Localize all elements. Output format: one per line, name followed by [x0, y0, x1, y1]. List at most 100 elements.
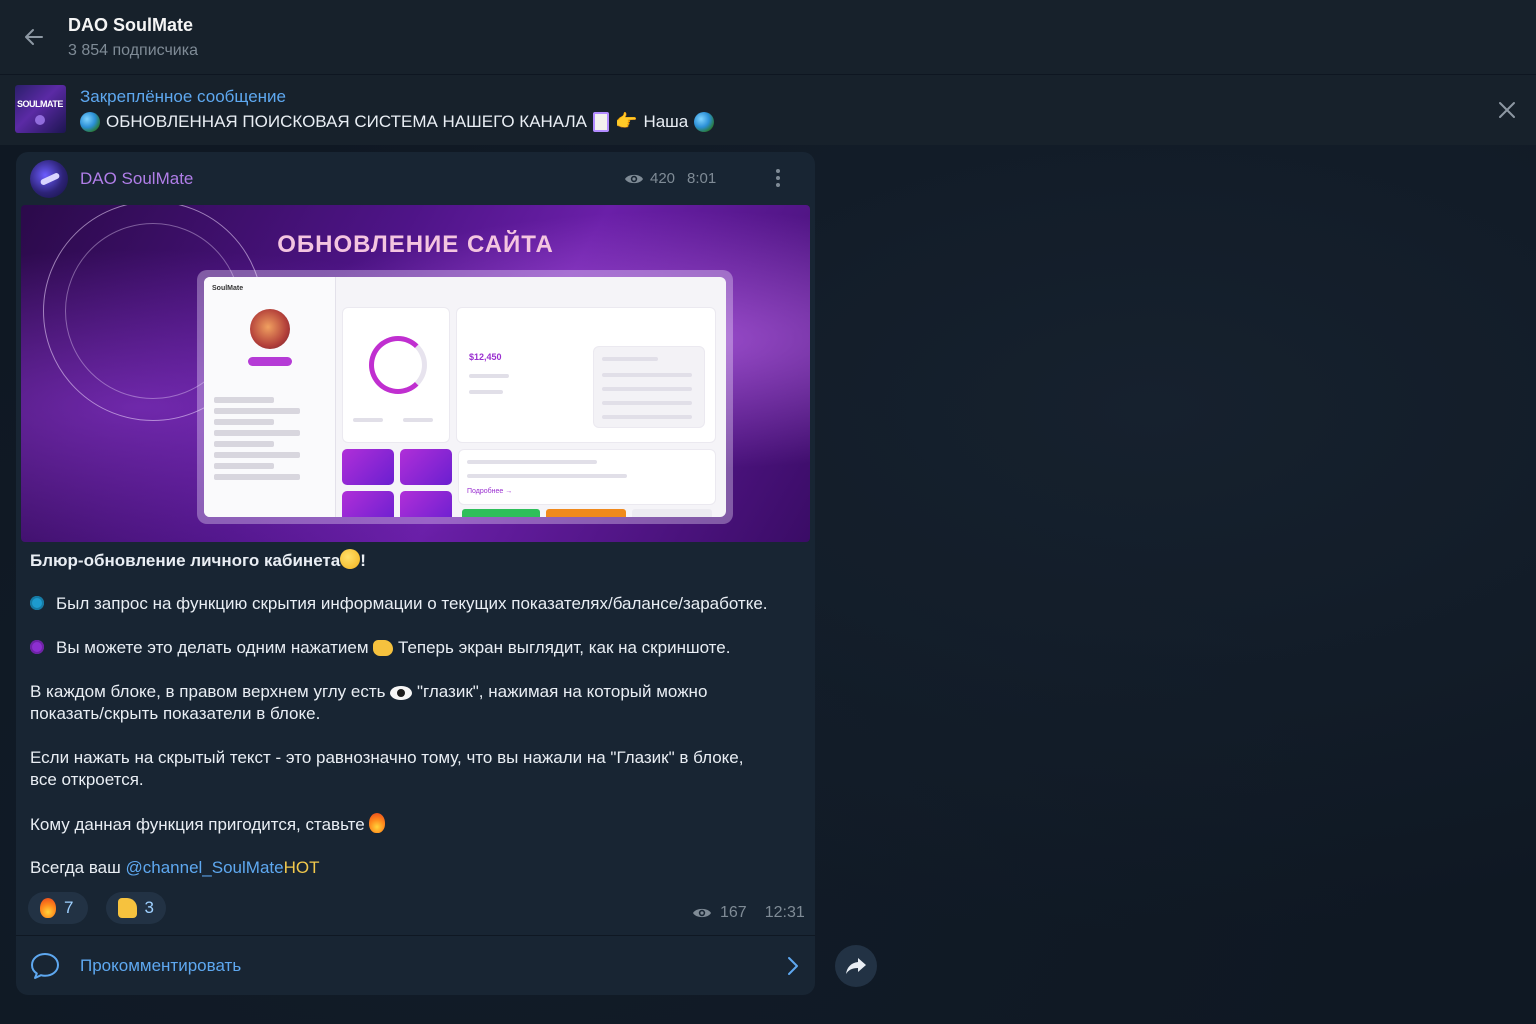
- avatar[interactable]: [30, 160, 68, 198]
- pinned-preview-tail: Наша: [643, 111, 689, 131]
- reaction-count: 7: [64, 898, 74, 917]
- close-icon[interactable]: [1496, 99, 1518, 121]
- more-link: Подробнее →: [467, 488, 513, 495]
- card-line: [467, 474, 627, 478]
- tasks-tile: [400, 491, 452, 517]
- menu-line: [214, 474, 300, 480]
- dashboard-mockup: SoulMate $12,450 Подробнее →: [197, 270, 733, 524]
- footer-time: 12:31: [764, 904, 805, 921]
- subscriber-count: 3 854 подписчика: [68, 41, 198, 59]
- dashboard-logo: SoulMate: [212, 285, 244, 292]
- eye-icon: [693, 908, 711, 918]
- post-time: 8:01: [687, 170, 717, 187]
- paragraph-line: все откроется.: [30, 770, 144, 789]
- footer-view-count: 167: [720, 904, 747, 921]
- thumbnail-glow: [35, 115, 45, 125]
- menu-line: [214, 430, 300, 436]
- paragraph-line: Если нажать на скрытый текст - это равно…: [30, 748, 744, 767]
- post-author[interactable]: DAO SoulMate: [80, 169, 193, 189]
- back-button[interactable]: [0, 0, 68, 74]
- reaction-count: 3: [144, 898, 154, 917]
- dot-icon: [776, 176, 780, 180]
- menu-line: [214, 397, 274, 403]
- paragraph-line: В каждом блоке, в правом верхнем углу ес…: [30, 681, 707, 703]
- card-line: [602, 387, 692, 391]
- hot-label: HOT: [283, 858, 320, 877]
- menu-line: [214, 441, 274, 447]
- pinned-thumbnail-text: SOULMATE: [17, 99, 63, 109]
- reaction-thumbs-up[interactable]: 3: [106, 892, 166, 924]
- menu-line: [214, 452, 300, 458]
- image-title: ОБНОВЛЕНИЕ САЙТА: [277, 231, 554, 258]
- eye-icon: [625, 174, 643, 183]
- dashboard-sidebar: SoulMate: [204, 277, 336, 517]
- paragraph-line: показать/скрыть показатели в блоке.: [30, 704, 321, 723]
- paragraph-text: Кому данная функция пригодится, ставьте: [30, 815, 365, 834]
- signoff-line: Всегда ваш @channel_SoulMateHOT: [30, 857, 319, 879]
- dot-icon: [776, 169, 780, 173]
- comment-button[interactable]: Прокомментировать: [16, 936, 815, 995]
- balance-tile: [342, 449, 394, 485]
- tap-hand-icon: [373, 640, 394, 656]
- blue-circle-icon: [30, 596, 44, 610]
- card-line: [602, 415, 692, 419]
- channel-post: DAO SoulMate 420 8:01 ОБНОВЛЕНИЕ САЙТА S…: [16, 152, 815, 995]
- clipboard-icon: [593, 111, 610, 132]
- card-line: [602, 401, 692, 405]
- activity-card: [342, 307, 450, 443]
- post-footer-meta: 167 12:31: [692, 904, 805, 922]
- bullet-line: Вы можете это делать одним нажатием Тепе…: [30, 637, 730, 659]
- menu-line: [214, 419, 274, 425]
- activity-ring: [369, 336, 427, 394]
- arrow-left-icon: [25, 29, 43, 45]
- pinned-message-bar[interactable]: SOULMATE Закреплённое сообщение ОБНОВЛЕН…: [0, 75, 1536, 145]
- comment-bubble-icon: [31, 953, 59, 979]
- menu-line: [214, 408, 300, 414]
- purple-circle-icon: [30, 640, 44, 654]
- fire-emoji-icon: [40, 898, 56, 918]
- card-line: [403, 418, 433, 422]
- channel-mention-link[interactable]: @channel_SoulMate: [126, 858, 284, 877]
- post-heading-tail: !: [360, 551, 366, 570]
- card-line: [467, 460, 597, 464]
- post-meta: 420 8:01: [624, 170, 716, 187]
- dashboard-avatar: [250, 309, 290, 349]
- globe-icon: [694, 111, 715, 132]
- paragraph-text: В каждом блоке, в правом верхнем углу ес…: [30, 682, 386, 701]
- globe-icon: [80, 111, 100, 132]
- more-button: [632, 509, 712, 517]
- card-line: [602, 357, 658, 361]
- post-heading-text: Блюр-обновление личного кабинета: [30, 551, 341, 570]
- bullet-text-tail: Теперь экран выглядит, как на скриншоте.: [398, 638, 731, 657]
- pinned-preview: ОБНОВЛЕННАЯ ПОИСКОВАЯ СИСТЕМА НАШЕГО КАН…: [80, 111, 715, 132]
- fire-emoji-icon: [369, 813, 386, 833]
- paragraph-line: Кому данная функция пригодится, ставьте: [30, 813, 386, 836]
- tasks-tile: [342, 491, 394, 517]
- card-line: [602, 373, 692, 377]
- reaction-fire[interactable]: 7: [28, 892, 88, 924]
- card-line: [353, 418, 383, 422]
- channel-info[interactable]: DAO SoulMate 3 854 подписчика: [68, 15, 198, 60]
- card-line: [469, 374, 509, 378]
- tasks-button: [546, 509, 626, 517]
- dashboard-screen: SoulMate $12,450 Подробнее →: [204, 277, 726, 517]
- pointing-hand-icon: 👉: [615, 111, 638, 131]
- dashboard-badge: [248, 357, 292, 366]
- channel-title: DAO SoulMate: [68, 14, 194, 35]
- pinned-preview-text: ОБНОВЛЕННАЯ ПОИСКОВАЯ СИСТЕМА НАШЕГО КАН…: [106, 111, 588, 131]
- paragraph-text: "глазик", нажимая на который можно: [416, 682, 708, 701]
- pinned-label: Закреплённое сообщение: [80, 87, 286, 106]
- eye-emoji-icon: [390, 686, 413, 700]
- bullet-line: Был запрос на функцию скрытия информации…: [30, 593, 768, 615]
- bullet-text: Вы можете это делать одним нажатием: [56, 638, 369, 657]
- card-line: [469, 390, 503, 394]
- comment-label: Прокомментировать: [80, 956, 242, 975]
- share-arrow-icon: [846, 958, 866, 974]
- channel-header: DAO SoulMate 3 854 подписчика: [0, 0, 1536, 74]
- more-options-button[interactable]: [768, 166, 788, 190]
- post-image[interactable]: ОБНОВЛЕНИЕ САЙТА SoulMate $12,450 Подроб…: [21, 205, 810, 542]
- share-button[interactable]: [835, 945, 877, 987]
- signoff-text: Всегда ваш: [30, 858, 121, 877]
- recent-activity-card: [593, 346, 705, 428]
- menu-line: [214, 463, 274, 469]
